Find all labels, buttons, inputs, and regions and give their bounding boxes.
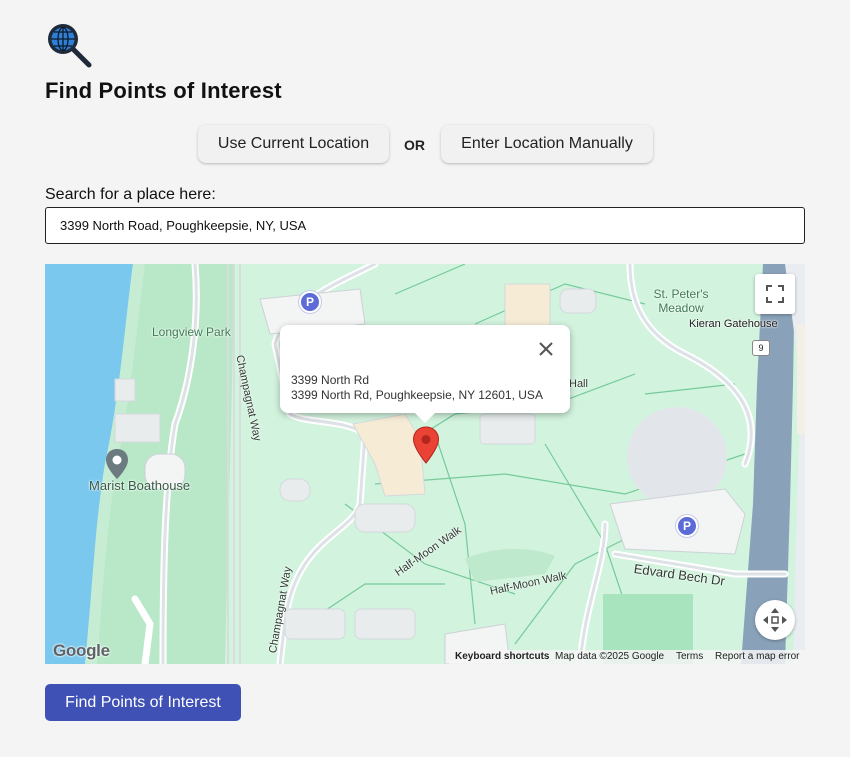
report-map-error-link[interactable]: Report a map error (715, 651, 799, 662)
map-label-hall: Hall (569, 378, 588, 390)
map-marker-icon[interactable] (412, 426, 440, 464)
popup-address: 3399 North Rd, Poughkeepsie, NY 12601, U… (291, 388, 543, 402)
globe-magnifier-icon (45, 22, 95, 70)
search-label: Search for a place here: (45, 186, 216, 203)
enter-location-manually-button[interactable]: Enter Location Manually (441, 125, 653, 163)
use-current-location-button[interactable]: Use Current Location (198, 125, 389, 163)
google-attribution: Google (53, 641, 110, 660)
map-label-marist-boathouse: Marist Boathouse (89, 478, 191, 493)
terms-link[interactable]: Terms (676, 651, 703, 662)
parking-marker[interactable]: P (676, 515, 698, 537)
popup-place-name: 3399 North Rd (291, 373, 370, 387)
keyboard-shortcuts-link[interactable]: Keyboard shortcuts (455, 651, 549, 662)
close-icon[interactable] (522, 325, 570, 373)
map-footer: Keyboard shortcuts Map data ©2025 Google… (449, 650, 805, 664)
find-points-of-interest-button[interactable]: Find Points of Interest (45, 684, 241, 721)
boathouse-pin-icon[interactable] (105, 448, 129, 480)
route-shield: 9 (752, 340, 770, 356)
recenter-icon[interactable] (755, 600, 795, 640)
parking-marker[interactable]: P (299, 291, 321, 313)
info-popup: 3399 North Rd 3399 North Rd, Poughkeepsi… (280, 325, 570, 423)
page-title: Find Points of Interest (45, 78, 282, 103)
map-data-text: Map data ©2025 Google (555, 651, 665, 662)
map-label-kieran-gatehouse: Kieran Gatehouse (689, 318, 778, 330)
search-field (45, 207, 805, 244)
map-label-st-peters-meadow: St. Peter's Meadow (653, 287, 709, 315)
search-input[interactable] (52, 215, 792, 236)
map[interactable]: Longview Park Champagnat Way Champagnat … (45, 264, 805, 664)
map-label-longview-park: Longview Park (152, 325, 231, 339)
or-separator: OR (404, 137, 425, 153)
fullscreen-icon[interactable] (755, 274, 795, 314)
